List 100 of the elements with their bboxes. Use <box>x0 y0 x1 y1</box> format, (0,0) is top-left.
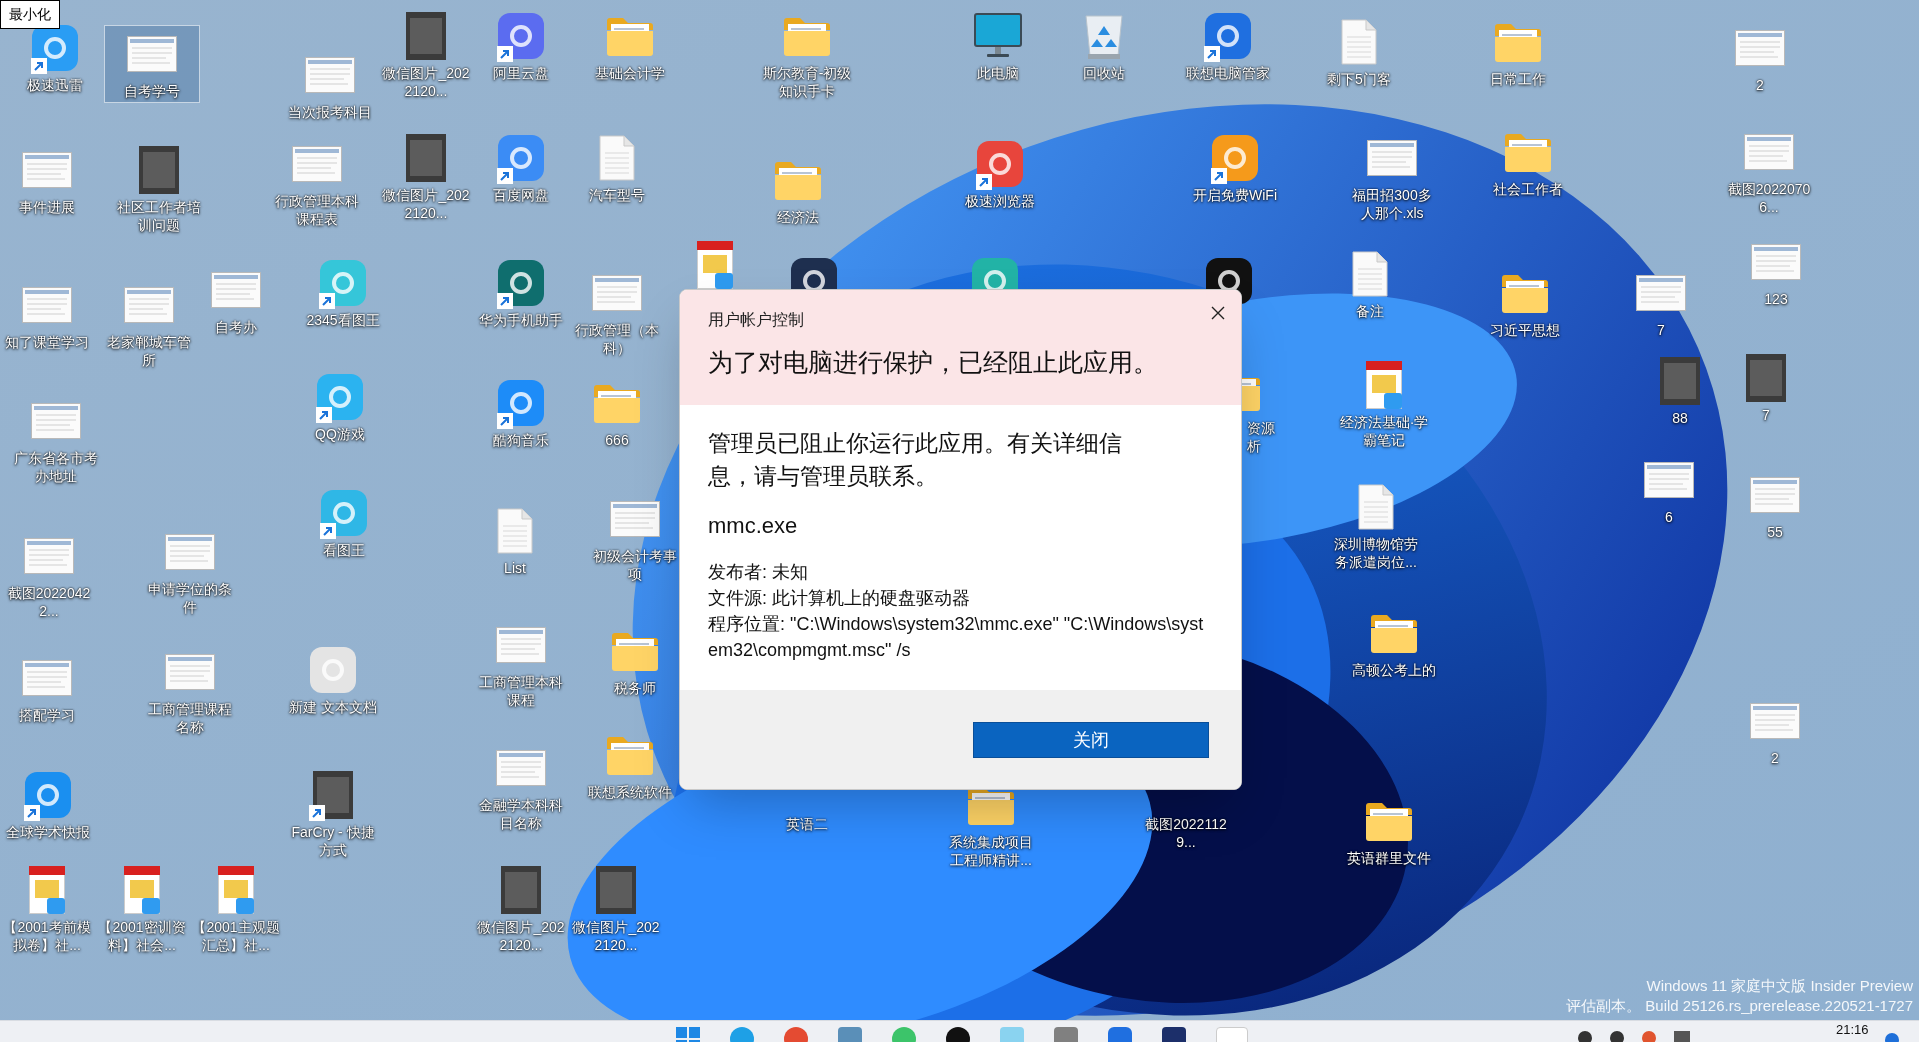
document-thumbnail[interactable] <box>592 275 642 311</box>
document-thumbnail[interactable] <box>1751 244 1801 280</box>
icon-label[interactable]: 2 <box>1756 76 1764 94</box>
document-thumbnail[interactable] <box>124 287 174 323</box>
icon-label[interactable]: 经济法基础·学霸笔记 <box>1338 413 1430 449</box>
icon-label[interactable]: 社区工作者培训问题 <box>113 198 205 234</box>
icon-label[interactable]: 截图20220422... <box>3 584 95 620</box>
tray-icon[interactable] <box>1610 1031 1624 1042</box>
photo-thumbnail[interactable] <box>596 866 636 914</box>
icon-label[interactable]: 资源析 <box>1247 419 1277 455</box>
icon-label[interactable]: FarCry - 快捷方式 <box>287 823 379 859</box>
photo-thumbnail[interactable] <box>1746 354 1786 402</box>
document-thumbnail[interactable] <box>496 750 546 786</box>
icon-label[interactable]: 事件进展 <box>19 198 75 216</box>
icon-label[interactable]: 123 <box>1764 290 1788 308</box>
icon-label[interactable]: 【2001主观题汇总】社... <box>190 918 282 954</box>
document-thumbnail[interactable] <box>1744 134 1794 170</box>
icon-label[interactable]: 微信图片_2022120... <box>475 918 567 954</box>
icon-label[interactable]: 【2001考前模拟卷】社... <box>1 918 93 954</box>
icon-label[interactable]: 工商管理本科课程 <box>475 673 567 709</box>
close-button[interactable]: 关闭 <box>973 722 1209 758</box>
icon-label[interactable]: 剩下5门客 <box>1327 70 1391 88</box>
pdf-file-icon[interactable] <box>1366 361 1402 409</box>
icon-label[interactable]: 广东省各市考办地址 <box>10 449 102 485</box>
icon-label[interactable]: 新建 文本文档 <box>289 698 377 716</box>
icon-label[interactable]: 华为手机助手 <box>479 311 563 329</box>
document-thumbnail[interactable] <box>22 287 72 323</box>
icon-label[interactable]: 申请学位的条件 <box>144 580 236 616</box>
folder-icon[interactable] <box>1500 272 1550 314</box>
photo-thumbnail[interactable] <box>406 134 446 182</box>
icon-label[interactable]: 看图王 <box>323 541 365 559</box>
icon-label[interactable]: 当次报考科目 <box>288 103 372 121</box>
pdf-file-icon[interactable] <box>29 866 65 914</box>
icon-label[interactable]: 2345看图王 <box>306 311 380 329</box>
monitor-icon[interactable] <box>974 13 1022 59</box>
photo-thumbnail[interactable] <box>501 866 541 914</box>
icon-label[interactable]: 斯尔教育-初级知识手卡 <box>761 64 853 100</box>
icon-label[interactable]: 金融学本科科目名称 <box>475 796 567 832</box>
pdf-file-icon[interactable] <box>124 866 160 914</box>
document-thumbnail[interactable] <box>1735 30 1785 66</box>
document-thumbnail[interactable] <box>1750 703 1800 739</box>
tray-icon[interactable] <box>1578 1031 1592 1042</box>
icon-label[interactable]: 极速浏览器 <box>965 192 1035 210</box>
icon-label[interactable]: 行政管理（本科） <box>571 321 663 357</box>
icon-label[interactable]: 酷狗音乐 <box>493 431 549 449</box>
icon-label[interactable]: 微信图片_2022120... <box>570 918 662 954</box>
icon-label[interactable]: 666 <box>605 431 629 449</box>
document-thumbnail[interactable] <box>1367 140 1417 176</box>
document-thumbnail[interactable] <box>1644 462 1694 498</box>
icon-label[interactable]: 汽车型号 <box>589 186 645 204</box>
icon-label[interactable]: 备注 <box>1356 302 1384 320</box>
icon-label[interactable]: 【2001密训资料】社会... <box>96 918 188 954</box>
folder-icon[interactable] <box>1364 800 1414 842</box>
document-thumbnail[interactable] <box>496 627 546 663</box>
photo-thumbnail[interactable] <box>406 12 446 60</box>
document-thumbnail[interactable] <box>31 403 81 439</box>
icon-label[interactable]: 自考办 <box>215 318 257 336</box>
icon-label[interactable]: 知了课堂学习 <box>5 333 89 351</box>
icon-label[interactable]: 老家郸城车管所 <box>103 333 195 369</box>
icon-label[interactable]: List <box>504 559 526 577</box>
photo-thumbnail[interactable] <box>139 146 179 194</box>
icon-label[interactable]: 深圳博物馆劳务派遣岗位... <box>1330 535 1422 571</box>
icon-label[interactable]: 88 <box>1672 409 1688 427</box>
icon-label[interactable]: 极速迅雷 <box>27 76 83 94</box>
icon-label[interactable]: 系统集成项目工程师精讲... <box>945 833 1037 869</box>
document-icon[interactable] <box>1358 484 1394 530</box>
icon-label[interactable]: 社会工作者 <box>1493 180 1563 198</box>
icon-label[interactable]: 百度网盘 <box>493 186 549 204</box>
icon-label[interactable]: 回收站 <box>1083 64 1125 82</box>
document-thumbnail[interactable] <box>127 36 177 72</box>
icon-label[interactable]: 阿里云盘 <box>493 64 549 82</box>
icon-label[interactable]: 习近平思想 <box>1490 321 1560 339</box>
icon-label[interactable]: 工商管理课程名称 <box>144 700 236 736</box>
icon-label[interactable]: 7 <box>1762 406 1770 424</box>
document-thumbnail[interactable] <box>211 272 261 308</box>
document-thumbnail[interactable] <box>292 146 342 182</box>
icon-label[interactable]: 全球学术快报 <box>6 823 90 841</box>
icon-label[interactable]: 55 <box>1767 523 1783 541</box>
icon-label[interactable]: 福田招300多人那个.xls <box>1346 186 1438 222</box>
icon-label[interactable]: 联想电脑管家 <box>1186 64 1270 82</box>
icon-label[interactable]: 7 <box>1657 321 1665 339</box>
icon-label[interactable]: 高顿公考上的 <box>1352 661 1436 679</box>
pdf-file-icon[interactable] <box>218 866 254 914</box>
icon-label[interactable]: 6 <box>1665 508 1673 526</box>
icon-label[interactable]: QQ游戏 <box>315 425 365 443</box>
document-thumbnail[interactable] <box>610 501 660 537</box>
icon-label[interactable]: 英语二 <box>786 815 828 833</box>
clock-time[interactable]: 21:16 <box>1836 1022 1869 1038</box>
folder-icon[interactable] <box>1369 612 1419 654</box>
icon-label[interactable]: 基础会计学 <box>595 64 665 82</box>
pdf-file-icon[interactable] <box>697 241 733 289</box>
document-thumbnail[interactable] <box>165 534 215 570</box>
document-thumbnail[interactable] <box>165 654 215 690</box>
recycle-bin-icon[interactable] <box>1084 12 1124 60</box>
icon-label[interactable]: 此电脑 <box>977 64 1019 82</box>
icon-label[interactable]: 行政管理本科课程表 <box>271 192 363 228</box>
document-thumbnail[interactable] <box>1636 275 1686 311</box>
icon-label[interactable]: 微信图片_2022120... <box>380 186 472 222</box>
icon-label[interactable]: 日常工作 <box>1490 70 1546 88</box>
document-icon[interactable] <box>1352 251 1388 297</box>
